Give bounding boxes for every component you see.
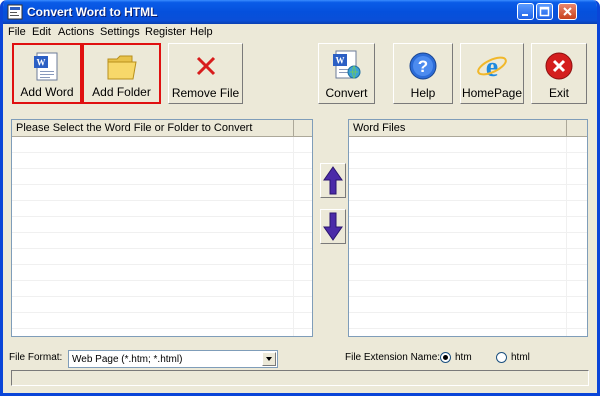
word-files-header-label: Word Files	[353, 122, 406, 134]
maximize-button[interactable]	[536, 3, 553, 20]
word-document-icon: W	[34, 52, 58, 81]
word-files-header[interactable]: Word Files	[349, 120, 587, 137]
add-folder-label: Add Folder	[92, 85, 151, 99]
add-word-button[interactable]: W Add Word	[12, 43, 82, 104]
exit-button[interactable]: Exit	[531, 43, 587, 104]
minimize-button[interactable]	[517, 3, 534, 20]
source-list-header-label: Please Select the Word File or Folder to…	[16, 122, 253, 134]
source-files-list[interactable]: Please Select the Word File or Folder to…	[11, 119, 313, 337]
homepage-label: HomePage	[461, 86, 523, 100]
convert-label: Convert	[325, 86, 368, 100]
homepage-button[interactable]: e HomePage	[460, 43, 524, 104]
remove-file-button[interactable]: Remove File	[168, 43, 243, 104]
column-divider[interactable]	[566, 120, 567, 136]
file-extension-label: File Extension Name:	[345, 352, 441, 363]
add-folder-button[interactable]: Add Folder	[82, 43, 161, 104]
radio-selected-dot	[443, 355, 448, 360]
menu-help[interactable]: Help	[190, 26, 213, 38]
folder-icon	[107, 55, 137, 80]
radio-htm-label: htm	[455, 352, 472, 363]
move-up-button[interactable]	[320, 163, 346, 198]
question-mark-icon: ?	[409, 52, 437, 80]
internet-explorer-icon: e	[477, 52, 507, 83]
menu-actions[interactable]: Actions	[58, 26, 94, 38]
column-divider[interactable]	[293, 120, 294, 136]
file-format-select[interactable]: Web Page (*.htm; *.html)	[68, 350, 278, 368]
menu-settings[interactable]: Settings	[100, 26, 140, 38]
radio-htm[interactable]	[440, 352, 451, 363]
menu-register[interactable]: Register	[145, 26, 186, 38]
add-word-label: Add Word	[20, 85, 74, 99]
word-files-list[interactable]: Word Files	[348, 119, 588, 337]
move-down-button[interactable]	[320, 209, 346, 244]
arrow-up-icon	[323, 166, 343, 195]
menu-bar: File Edit Actions Settings Register Help	[3, 24, 597, 41]
svg-text:W: W	[335, 56, 344, 66]
exit-icon	[545, 52, 573, 80]
chevron-down-icon	[266, 357, 272, 361]
dropdown-button[interactable]	[262, 352, 276, 366]
title-bar[interactable]: Convert Word to HTML	[3, 0, 597, 24]
word-convert-icon: W	[332, 50, 360, 79]
convert-button[interactable]: W Convert	[318, 43, 375, 104]
app-window: Convert Word to HTML File Edit Actions S…	[0, 0, 600, 396]
source-list-rows	[12, 137, 312, 336]
grid-column-line	[566, 137, 567, 336]
menu-file[interactable]: File	[8, 26, 26, 38]
menu-edit[interactable]: Edit	[32, 26, 51, 38]
close-icon	[563, 7, 572, 16]
close-button[interactable]	[558, 3, 577, 20]
radio-html[interactable]	[496, 352, 507, 363]
help-button[interactable]: ? Help	[393, 43, 453, 104]
svg-text:?: ?	[418, 57, 428, 76]
help-label: Help	[410, 86, 436, 100]
status-bar	[11, 370, 589, 386]
maximize-icon	[539, 6, 550, 17]
source-list-header[interactable]: Please Select the Word File or Folder to…	[12, 120, 312, 137]
file-format-label: File Format:	[9, 352, 63, 363]
arrow-down-icon	[323, 212, 343, 241]
window-title: Convert Word to HTML	[27, 5, 158, 19]
red-x-icon	[196, 56, 215, 76]
grid-column-line	[293, 137, 294, 336]
svg-text:e: e	[486, 52, 498, 83]
file-format-value: Web Page (*.htm; *.html)	[72, 354, 183, 365]
svg-text:W: W	[37, 58, 46, 68]
remove-file-label: Remove File	[171, 86, 240, 100]
word-files-rows	[349, 137, 587, 336]
minimize-icon	[522, 14, 528, 16]
app-icon	[7, 4, 23, 20]
exit-label: Exit	[548, 86, 569, 100]
radio-html-label: html	[511, 352, 530, 363]
